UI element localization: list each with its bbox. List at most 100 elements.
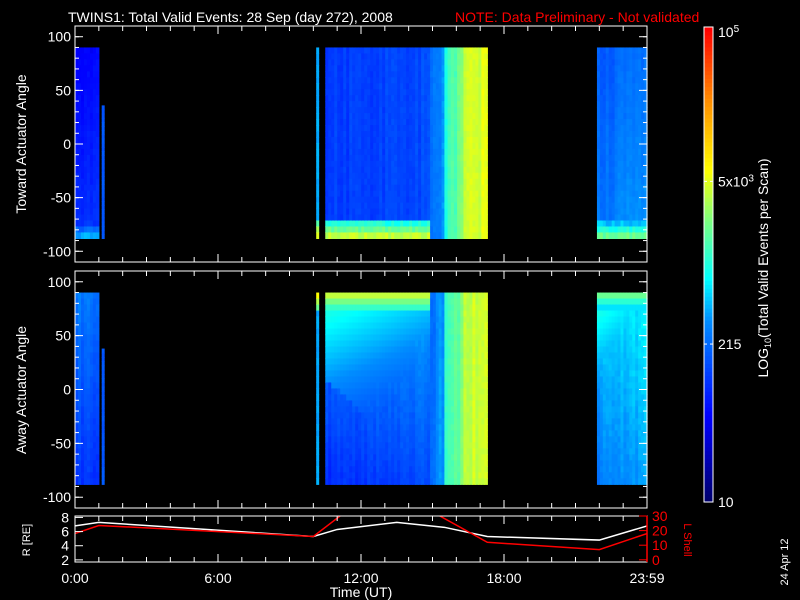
- spectrogram-cell: [484, 59, 488, 66]
- spectrogram-cell: [95, 394, 100, 402]
- spectrogram-cell: [316, 316, 320, 324]
- spectrogram-cell: [101, 416, 105, 422]
- spectrogram-cell: [101, 446, 105, 451]
- spectrogram-cell: [484, 382, 488, 390]
- spectrogram-cell: [484, 322, 488, 330]
- spectrogram-cell: [95, 430, 100, 437]
- spectrogram-cell: [95, 53, 100, 60]
- spectrogram-cell: [95, 310, 100, 318]
- spectrogram-cell: [484, 370, 488, 378]
- spectrogram-cell: [95, 472, 100, 479]
- spectrogram-cell: [101, 471, 105, 477]
- spectrogram-cell: [484, 292, 488, 300]
- spectrogram-cell: [95, 196, 100, 204]
- toward-angle-panel: 100500-50-100: [43, 25, 648, 263]
- spectrogram-cell: [101, 458, 105, 464]
- spectrogram-cell: [101, 217, 105, 223]
- spectrogram-cell: [316, 196, 320, 204]
- spectrogram-cell: [95, 95, 100, 102]
- spectrogram-cell: [101, 159, 105, 165]
- y-tick-label: -50: [51, 190, 71, 206]
- twins-figure: TWINS1: Total Valid Events: 28 Sep (day …: [13, 9, 791, 600]
- spectrogram-cell: [95, 119, 100, 126]
- spectrogram-cell: [316, 220, 320, 228]
- spectrogram-cell: [101, 348, 105, 354]
- spectrogram-cell: [316, 119, 320, 126]
- spectrogram-cell: [316, 160, 320, 168]
- spectrogram-cell: [101, 357, 105, 362]
- spectrogram-cell: [95, 136, 100, 144]
- spectrogram-cell: [484, 232, 488, 239]
- spectrogram-cell: [95, 352, 100, 360]
- spectrogram-cell: [484, 442, 488, 449]
- spectrogram-cell: [101, 399, 105, 405]
- spectrogram-cell: [316, 448, 320, 455]
- spectrogram-cell: [484, 53, 488, 60]
- spectrogram-cell: [101, 205, 105, 210]
- spectrogram-cell: [316, 53, 320, 60]
- spectrogram-cell: [484, 160, 488, 168]
- spectrogram-cell: [95, 125, 100, 132]
- spectrogram-cell: [316, 394, 320, 402]
- spectrogram-cell: [101, 361, 105, 367]
- spectrogram-cell: [484, 400, 488, 407]
- spectrogram-cell: [95, 65, 100, 72]
- preliminary-note: NOTE: Data Preliminary - Not validated: [455, 9, 699, 25]
- spectrogram-cell: [95, 59, 100, 66]
- spectrogram-cell: [95, 226, 100, 234]
- spectrogram-cell: [484, 77, 488, 84]
- spectrogram-cell: [101, 378, 105, 384]
- spectrogram-cell: [484, 95, 488, 102]
- spectrogram-cell: [95, 292, 100, 300]
- spectrogram-cell: [316, 59, 320, 66]
- spectrogram-cell: [101, 138, 105, 144]
- spectrogram-cell: [101, 429, 105, 434]
- spectrogram-cell: [95, 130, 100, 138]
- spectrogram-cell: [316, 424, 320, 431]
- spectrogram-cell: [316, 406, 320, 413]
- spectrogram-cell: [101, 192, 105, 198]
- spectrogram-cell: [95, 466, 100, 473]
- spectrogram-cell: [484, 334, 488, 342]
- spectrogram-cell: [316, 166, 320, 174]
- spectrogram-cell: [95, 322, 100, 330]
- spectrogram-cell: [101, 171, 105, 177]
- spectrogram-cell: [95, 148, 100, 156]
- spectrogram-cell: [316, 352, 320, 360]
- spectrogram-cell: [101, 450, 105, 456]
- spectrogram-cell: [101, 155, 105, 161]
- spectrogram-cell: [484, 71, 488, 78]
- spectrogram-cell: [101, 221, 105, 227]
- spectrogram-cell: [101, 200, 105, 206]
- spectrogram-cell: [95, 448, 100, 455]
- y-tick-label: 50: [55, 82, 71, 98]
- spectrogram-cell: [316, 71, 320, 78]
- spectrogram-cell: [484, 418, 488, 425]
- spectrogram-cell: [95, 160, 100, 168]
- spectrogram-cell: [101, 475, 105, 481]
- spectrogram-cell: [101, 146, 105, 152]
- spectrogram-cell: [316, 436, 320, 443]
- spectrogram-cell: [316, 364, 320, 372]
- spectrogram-cell: [484, 83, 488, 90]
- spectrogram-cell: [95, 232, 100, 239]
- spectrogram-cell: [484, 310, 488, 318]
- spectrogram-cell: [484, 196, 488, 204]
- spectrogram-cell: [316, 412, 320, 419]
- spectrogram-cell: [316, 370, 320, 378]
- spectrogram-cell: [484, 184, 488, 192]
- spectrogram-cell: [95, 442, 100, 449]
- spectrogram-cell: [101, 196, 105, 202]
- spectrogram-cell: [484, 406, 488, 413]
- spectrogram-cell: [484, 65, 488, 72]
- spectrogram-cell: [484, 226, 488, 234]
- spectrogram-cell: [484, 394, 488, 402]
- spectrogram-cell: [95, 154, 100, 162]
- spectrogram-cell: [484, 107, 488, 114]
- spectrogram-cell: [101, 441, 105, 447]
- spectrogram-cell: [95, 376, 100, 384]
- spectrogram-cell: [95, 340, 100, 348]
- spectrogram-cell: [95, 47, 100, 55]
- y-tick-label: -100: [43, 243, 71, 259]
- spectrogram-cell: [101, 369, 105, 375]
